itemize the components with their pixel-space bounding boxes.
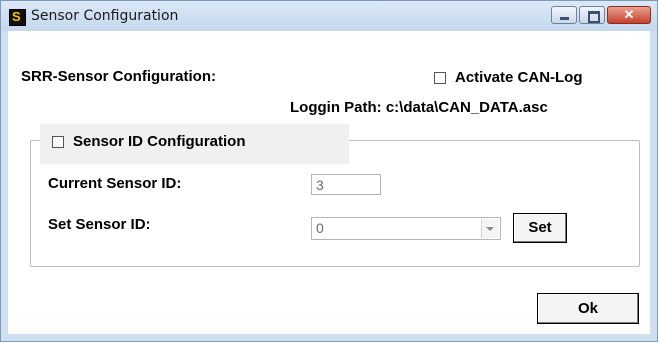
set-sensor-id-value: 0	[316, 220, 324, 236]
maximize-button[interactable]	[579, 6, 605, 24]
dialog-heading: SRR-Sensor Configuration:	[21, 68, 216, 85]
set-button[interactable]: Set	[513, 213, 567, 243]
dialog-body: SRR-Sensor Configuration: Activate CAN-L…	[8, 31, 650, 334]
ok-button[interactable]: Ok	[537, 293, 639, 324]
close-icon: ✕	[623, 7, 635, 22]
sensor-id-group-title: Sensor ID Configuration	[73, 133, 246, 150]
set-sensor-id-dropdown[interactable]: 0	[311, 217, 501, 240]
can-log-checkbox[interactable]	[434, 72, 446, 84]
chevron-down-icon[interactable]	[481, 219, 499, 238]
set-sensor-id-label: Set Sensor ID:	[48, 216, 151, 233]
close-button[interactable]: ✕	[607, 6, 651, 24]
dialog-window: S Sensor Configuration ✕ SRR-Sensor Conf…	[0, 0, 658, 342]
title-bar[interactable]: S Sensor Configuration ✕	[1, 1, 657, 31]
maximize-icon	[588, 11, 600, 23]
current-sensor-id-field[interactable]: 3	[311, 174, 381, 195]
can-log-label: Activate CAN-Log	[455, 69, 583, 86]
current-sensor-id-label: Current Sensor ID:	[48, 175, 182, 192]
caption-buttons: ✕	[551, 6, 651, 24]
minimize-button[interactable]	[551, 6, 577, 24]
window-title: Sensor Configuration	[31, 8, 179, 24]
sensor-id-config-checkbox[interactable]	[52, 136, 64, 148]
sensor-id-group-header: Sensor ID Configuration	[40, 124, 349, 164]
log-path-label: Loggin Path: c:\data\CAN_DATA.asc	[290, 99, 548, 116]
app-icon: S	[9, 9, 26, 26]
minimize-icon	[560, 17, 569, 20]
